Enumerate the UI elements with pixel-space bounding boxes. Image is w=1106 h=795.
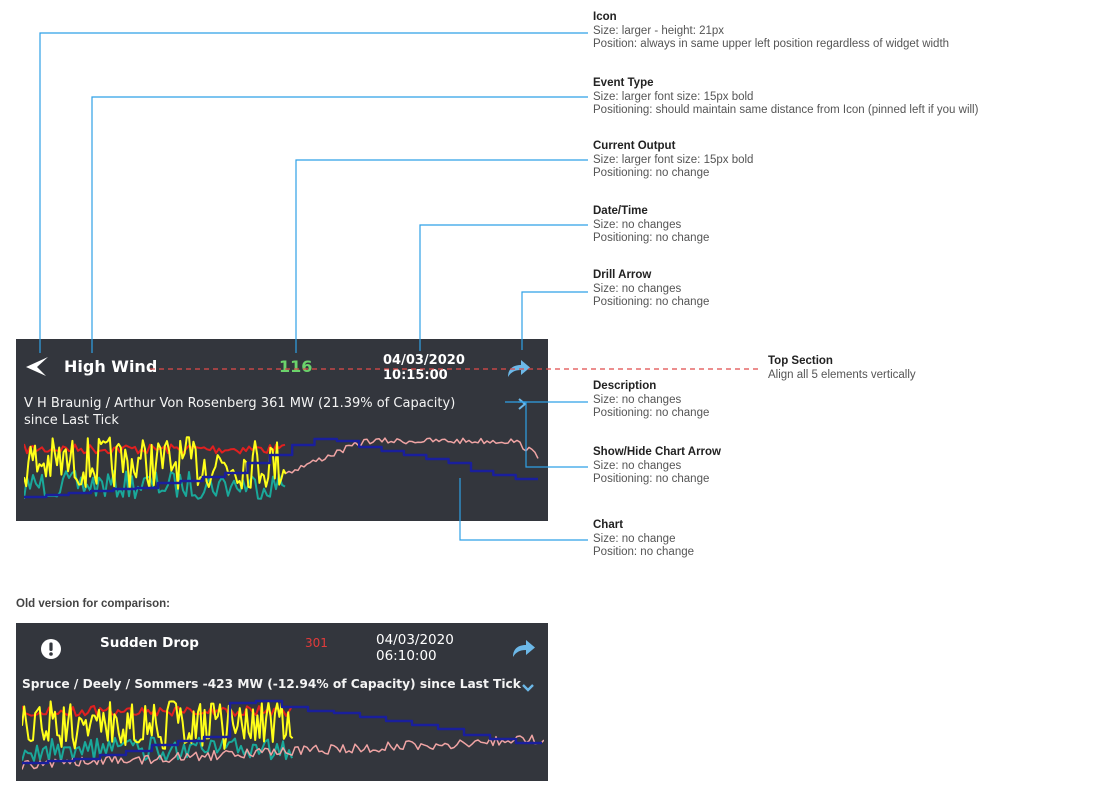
chart-connector <box>459 478 588 541</box>
annotation-icon: Icon Size: larger - height: 21px Positio… <box>593 11 950 50</box>
annotation-drill-arrow: Drill Arrow Size: no changes Positioning… <box>593 269 710 308</box>
annotation-chart: Chart Size: no change Position: no chang… <box>593 519 695 558</box>
annotation-lines <box>39 32 762 541</box>
current-output-connector <box>295 159 588 353</box>
annotation-current-output: Current Output Size: larger font size: 1… <box>593 140 754 179</box>
annotation-date-time: Date/Time Size: no changes Positioning: … <box>593 205 710 244</box>
annotation-top-section: Top Section Align all 5 elements vertica… <box>768 355 916 381</box>
date-time-connector <box>419 224 588 351</box>
drill-arrow-connector <box>521 291 588 350</box>
annotation-description: Description Size: no changes Positioning… <box>593 380 710 419</box>
annotation-show-hide-chart-arrow: Show/Hide Chart Arrow Size: no changes P… <box>593 446 721 485</box>
show-hide-connector <box>518 401 588 468</box>
annotation-event-type: Event Type Size: larger font size: 15px … <box>593 77 979 116</box>
icon-connector <box>39 32 588 353</box>
